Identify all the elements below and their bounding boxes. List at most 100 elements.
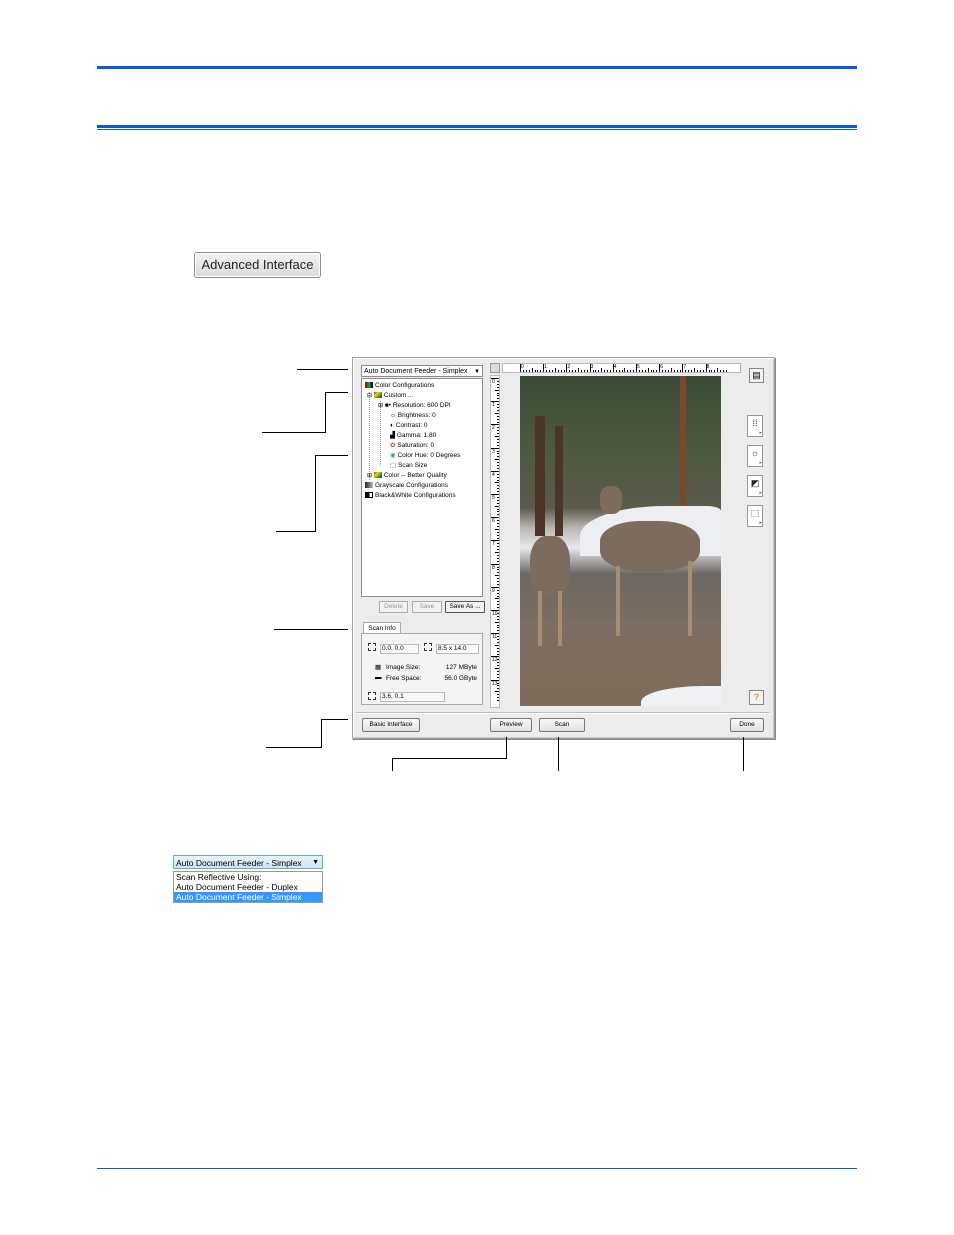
ruler-tick: [497, 560, 499, 562]
tree-item-color-configurations[interactable]: Color Configurations: [365, 381, 434, 390]
deer-head: [600, 486, 622, 514]
ruler-tick-label: 1: [492, 402, 495, 409]
image-settings-icon[interactable]: ▤: [749, 368, 764, 383]
ruler-tick: [563, 370, 565, 372]
scan-button[interactable]: Scan: [539, 718, 585, 732]
ruler-tick: [497, 438, 499, 440]
basic-interface-button[interactable]: Basic Interface: [362, 718, 420, 732]
ruler-tick: [621, 370, 623, 372]
ruler-tick: [497, 682, 499, 684]
ruler-tick: [497, 409, 499, 411]
ruler-tick: [612, 364, 614, 372]
ruler-tick: [491, 401, 499, 403]
cursor-position-icon: [368, 692, 376, 700]
ruler-tick: [497, 604, 499, 606]
ruler-tick: [557, 370, 559, 372]
ruler-tick: [497, 630, 499, 632]
ruler-tick: [528, 370, 530, 372]
tree-item-contrast[interactable]: ◐ Contrast: 0: [390, 421, 428, 430]
save-button[interactable]: Save: [412, 601, 442, 613]
ruler-tick: [679, 370, 681, 372]
ruler-tick: [497, 514, 499, 516]
ruler-tick: [491, 470, 499, 472]
section-rule-thick: [97, 125, 857, 128]
resolution-tool-icon[interactable]: ⁞⁞ ▸: [747, 415, 763, 437]
brightness-contrast-tool-icon[interactable]: ☼ ▸: [747, 445, 763, 467]
color-tool-icon[interactable]: ◩ ▸: [747, 475, 763, 497]
configuration-tree[interactable]: Color Configurations ⊟ Custom ... ⊞ ■• R…: [361, 378, 483, 597]
ruler-tick: [495, 598, 499, 600]
ruler-tick: [604, 370, 606, 372]
saturation-icon: ✿: [390, 442, 396, 449]
expand-icon[interactable]: ⊞: [378, 403, 383, 409]
ruler-tick: [497, 407, 499, 408]
done-button[interactable]: Done: [730, 718, 764, 732]
preview-button[interactable]: Preview: [490, 718, 532, 732]
ruler-tick: [497, 549, 499, 551]
tree-item-saturation[interactable]: ✿ Saturation: 0: [390, 441, 434, 450]
ruler-tick: [659, 364, 661, 372]
help-icon[interactable]: ?: [749, 690, 764, 705]
ruler-tick: [497, 546, 499, 548]
ruler-tick-label: 6: [492, 518, 495, 525]
ruler-tick: [598, 370, 600, 372]
ruler-tick: [705, 364, 707, 372]
ruler-tick: [688, 370, 690, 372]
origin-field: 0.0, 0.0: [380, 644, 419, 654]
ruler-tick: [641, 370, 643, 372]
tree-trunk: [535, 416, 545, 536]
ruler-tick: [497, 523, 499, 524]
ruler-tick: [497, 502, 499, 504]
ruler-tick: [497, 697, 499, 698]
tree-trunk: [555, 426, 563, 536]
free-space-value: 56.0 GByte: [444, 675, 477, 682]
tree-item-color-better-quality[interactable]: ⊞ Color -- Better Quality: [367, 471, 447, 481]
advanced-interface-button[interactable]: Advanced Interface: [194, 252, 321, 278]
tree-item-grayscale[interactable]: Grayscale Configurations: [365, 481, 448, 490]
cursor-position-field: 3.6, 0.1: [380, 692, 445, 702]
save-as-button[interactable]: Save As ...: [445, 601, 485, 613]
tree-item-color-hue[interactable]: ◉ Color Hue: 0 Degrees: [390, 451, 460, 460]
scan-source-dropdown[interactable]: Auto Document Feeder - Simplex ▼: [173, 855, 323, 869]
callout-line: [262, 432, 326, 433]
section-rule-thin: [97, 129, 857, 130]
tree-item-black-white[interactable]: Black&White Configurations: [365, 491, 456, 500]
preview-image[interactable]: [520, 376, 721, 706]
ruler-tick: [491, 494, 499, 495]
ruler-tick-label: 4: [492, 471, 495, 478]
expand-icon[interactable]: ⊞: [367, 473, 372, 479]
ruler-tick: [497, 430, 499, 432]
ruler-tick: [497, 636, 499, 638]
grayscale-icon: [365, 482, 373, 489]
tree-item-scan-size[interactable]: ⬚ Scan Size: [390, 461, 427, 470]
utility-pole: [680, 376, 686, 506]
deer-leg: [616, 566, 620, 636]
ruler-unit-toggle[interactable]: [490, 363, 500, 373]
callout-line: [392, 758, 393, 771]
dropdown-option-duplex[interactable]: Auto Document Feeder - Duplex: [174, 882, 322, 892]
callout-line: [297, 369, 348, 370]
tree-item-resolution[interactable]: ⊞ ■• Resolution: 600 DPI: [378, 401, 451, 411]
chevron-down-icon[interactable]: ▼: [474, 366, 480, 378]
dropdown-option-simplex[interactable]: Auto Document Feeder - Simplex: [174, 892, 322, 902]
scan-size-tool-icon[interactable]: ⬚ ▸: [747, 505, 763, 527]
ruler-tick: [534, 370, 536, 372]
ruler-tick: [497, 592, 499, 594]
scan-source-select[interactable]: Auto Document Feeder - Simplex ▼: [361, 365, 483, 377]
ruler-tick: [636, 364, 637, 372]
tree-item-custom[interactable]: ⊟ Custom ...: [367, 391, 413, 401]
ruler-tick: [497, 554, 499, 556]
ruler-tick: [708, 370, 710, 372]
ruler-tick: [495, 575, 499, 577]
ruler-tick: [676, 370, 678, 372]
delete-button[interactable]: Delete: [379, 601, 408, 613]
ruler-tick: [670, 368, 672, 372]
ruler-tick: [497, 673, 499, 675]
chevron-down-icon[interactable]: ▼: [312, 856, 319, 870]
collapse-icon[interactable]: ⊟: [367, 393, 372, 399]
tree-item-brightness[interactable]: ☼ Brightness: 0: [390, 411, 436, 420]
ruler-tick: [497, 650, 499, 652]
tree-item-gamma[interactable]: ▟ Gamma: 1.80: [390, 431, 436, 440]
ruler-tick-label: 2: [492, 425, 495, 432]
ruler-tick: [495, 389, 499, 391]
